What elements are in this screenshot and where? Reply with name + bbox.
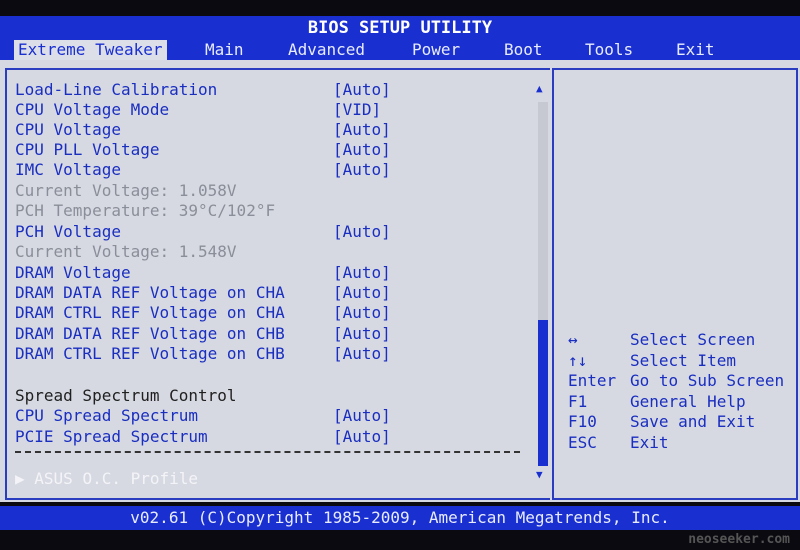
- setting-row[interactable]: Load-Line Calibration [Auto]: [15, 80, 391, 100]
- help-key: F10: [568, 412, 597, 431]
- tab-power[interactable]: Power: [408, 40, 464, 60]
- setting-value[interactable]: [Auto]: [333, 324, 391, 344]
- help-desc: Save and Exit: [630, 412, 756, 431]
- copyright-footer: v02.61 (C)Copyright 1985-2009, American …: [0, 506, 800, 530]
- setting-label: CPU PLL Voltage: [15, 140, 160, 159]
- setting-label: DRAM CTRL REF Voltage on CHA: [15, 303, 285, 322]
- help-pane: ↔ Select Screen ↑↓ Select Item Enter Go to Su…: [552, 68, 798, 500]
- tab-bar: Extreme Tweaker Main Advanced Power Boot…: [0, 40, 800, 60]
- setting-row[interactable]: DRAM Voltage [Auto]: [15, 263, 391, 283]
- setting-label: DRAM CTRL REF Voltage on CHB: [15, 344, 285, 363]
- setting-row[interactable]: IMC Voltage [Auto]: [15, 160, 391, 180]
- help-desc: General Help: [630, 391, 746, 411]
- setting-row[interactable]: CPU Voltage Mode [VID]: [15, 100, 381, 120]
- setting-label: CPU Voltage Mode: [15, 100, 170, 119]
- setting-label: DRAM DATA REF Voltage on CHB: [15, 324, 285, 343]
- help-desc: Select Screen: [630, 330, 756, 349]
- settings-pane: Load-Line Calibration [Auto] CPU Voltage M…: [5, 68, 550, 500]
- info-row: PCH Temperature: 39°C/102°F: [15, 201, 275, 221]
- tab-boot[interactable]: Boot: [500, 40, 547, 60]
- setting-value[interactable]: [Auto]: [333, 120, 391, 140]
- setting-label: Load-Line Calibration: [15, 80, 218, 99]
- setting-label: Current Voltage: 1.058V: [15, 181, 237, 200]
- setting-value[interactable]: [Auto]: [333, 427, 391, 447]
- setting-row[interactable]: CPU Spread Spectrum [Auto]: [15, 406, 391, 426]
- setting-value[interactable]: [Auto]: [333, 344, 391, 364]
- help-row: F1 General Help: [568, 391, 746, 412]
- help-row: F10 Save and Exit: [568, 412, 755, 432]
- setting-label: CPU Spread Spectrum: [15, 406, 199, 425]
- setting-value[interactable]: [Auto]: [333, 283, 391, 303]
- setting-label: DRAM Voltage: [15, 263, 131, 282]
- help-row: Enter Go to Sub Screen: [568, 371, 784, 391]
- help-key: ↔: [568, 330, 578, 349]
- tab-advanced[interactable]: Advanced: [284, 40, 369, 60]
- setting-label: DRAM DATA REF Voltage on CHA: [15, 283, 285, 302]
- scrollbar-thumb[interactable]: [538, 320, 548, 466]
- setting-label: PCH Temperature: 39°C/102°F: [15, 201, 276, 220]
- scroll-down-icon[interactable]: ▼: [536, 468, 543, 481]
- help-desc: Exit: [630, 432, 669, 452]
- help-row: ESC Exit: [568, 432, 669, 453]
- submenu-asus-oc-profile[interactable]: ▶ ASUS O.C. Profile: [15, 469, 198, 489]
- setting-value[interactable]: [Auto]: [333, 406, 391, 426]
- setting-row[interactable]: DRAM CTRL REF Voltage on CHB [Auto]: [15, 344, 391, 364]
- setting-row[interactable]: CPU PLL Voltage [Auto]: [15, 140, 391, 160]
- watermark-logo: neoseeker.com: [688, 532, 790, 547]
- setting-value[interactable]: [Auto]: [333, 222, 391, 242]
- help-row: ↔ Select Screen: [568, 330, 755, 350]
- content-panel: Load-Line Calibration [Auto] CPU Voltage M…: [0, 60, 800, 502]
- help-key: ESC: [568, 432, 597, 452]
- triangle-right-icon: ▶: [15, 469, 25, 488]
- tab-tools[interactable]: Tools: [581, 40, 637, 60]
- setting-label: Spread Spectrum Control: [15, 386, 237, 405]
- setting-row[interactable]: DRAM DATA REF Voltage on CHA [Auto]: [15, 283, 391, 303]
- setting-row[interactable]: DRAM CTRL REF Voltage on CHA [Auto]: [15, 303, 391, 323]
- setting-row[interactable]: PCH Voltage [Auto]: [15, 222, 391, 242]
- bios-title: BIOS SETUP UTILITY: [0, 16, 800, 40]
- setting-label: PCH Voltage: [15, 222, 121, 241]
- setting-row[interactable]: PCIE Spread Spectrum [Auto]: [15, 427, 391, 447]
- info-row: Current Voltage: 1.548V: [15, 242, 237, 262]
- setting-label: PCIE Spread Spectrum: [15, 427, 208, 446]
- help-key: ↑↓: [568, 350, 588, 370]
- help-key: F1: [568, 391, 588, 411]
- help-row: ↑↓ Select Item: [568, 350, 736, 371]
- setting-value[interactable]: [Auto]: [333, 160, 391, 180]
- setting-row[interactable]: DRAM DATA REF Voltage on CHB [Auto]: [15, 324, 391, 344]
- tab-exit[interactable]: Exit: [672, 40, 719, 60]
- setting-row[interactable]: CPU Voltage [Auto]: [15, 120, 391, 140]
- help-desc: Go to Sub Screen: [630, 371, 785, 390]
- tab-main[interactable]: Main: [201, 40, 248, 60]
- tab-extreme-tweaker[interactable]: Extreme Tweaker: [14, 40, 167, 60]
- setting-value[interactable]: [VID]: [333, 100, 381, 120]
- help-key: Enter: [568, 371, 617, 390]
- setting-value[interactable]: [Auto]: [333, 303, 391, 323]
- setting-value[interactable]: [Auto]: [333, 80, 391, 100]
- divider: [15, 451, 520, 453]
- setting-label: CPU Voltage: [15, 120, 121, 139]
- setting-label: Current Voltage: 1.548V: [15, 242, 237, 261]
- setting-value[interactable]: [Auto]: [333, 140, 391, 160]
- section-heading: Spread Spectrum Control: [15, 386, 237, 406]
- scroll-up-icon[interactable]: ▲: [536, 82, 543, 95]
- help-desc: Select Item: [630, 350, 736, 370]
- submenu-label: ASUS O.C. Profile: [34, 469, 199, 488]
- setting-value[interactable]: [Auto]: [333, 263, 391, 283]
- setting-label: IMC Voltage: [15, 160, 121, 179]
- info-row: Current Voltage: 1.058V: [15, 181, 237, 201]
